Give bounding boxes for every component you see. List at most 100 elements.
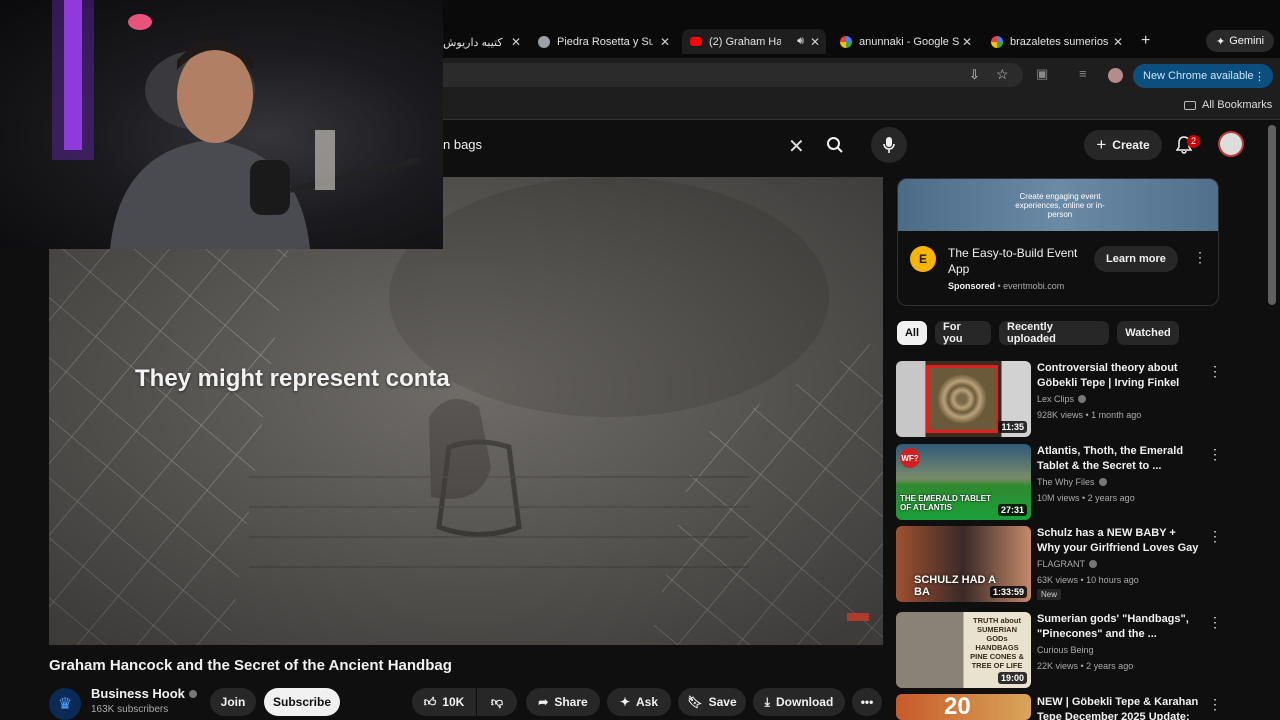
thumbs-down-icon: 👎︎ [490,694,504,709]
thumbnail-text: TRUTH about SUMERIAN GODs HANDBAGS PINE … [970,616,1024,670]
recommendation-item[interactable]: 11:35 Controversial theory about Göbekli… [896,361,1226,437]
install-icon[interactable]: ⇩ [969,67,980,83]
recommendation-title: Schulz has a NEW BABY + Why your Girlfri… [1037,527,1199,554]
tab-label: Piedra Rosetta y Sum [557,36,653,48]
search-query: n bags [443,137,483,152]
ad-title[interactable]: The Easy-to-Build Event App [948,245,1078,277]
close-tab-icon[interactable]: ✕ [1113,35,1123,49]
recommendation-title: NEW | Göbekli Tepe & Karahan Tepe Decemb… [1037,696,1199,720]
more-actions-button[interactable]: ••• [852,688,882,716]
ad-domain: eventmobi.com [1003,281,1065,291]
close-tab-icon[interactable]: ✕ [511,35,521,49]
channel-name[interactable]: Business Hook [91,686,197,701]
download-button[interactable]: ⤓ Download [753,688,845,716]
more-horiz-icon: ••• [860,695,874,709]
channel-text: Lex Clips [1037,394,1075,404]
channel-avatar[interactable]: ♛ [49,688,81,720]
bookmark-star-icon[interactable]: ☆ [996,66,1009,83]
tab-search-icon[interactable]: ▣ [1036,66,1048,82]
speaker-icon[interactable]: 🔊︎ [797,35,804,48]
recommendation-item[interactable]: WF? THE EMERALD TABLET OF ATLANTIS 27:31… [896,444,1226,520]
close-tab-icon[interactable]: ✕ [962,35,972,49]
more-vert-icon[interactable]: ⋮ [1208,528,1222,545]
recommendation-item[interactable]: 20 NEW | Göbekli Tepe & Karahan Tepe Dec… [896,694,1226,720]
video-thumbnail[interactable]: 11:35 [896,361,1031,437]
like-button[interactable]: 👍︎ 10K [412,688,476,716]
download-icon: ⤓ [764,694,770,709]
wf-logo-icon: WF? [900,448,920,468]
join-button[interactable]: Join [210,688,256,716]
browser-tab[interactable]: Piedra Rosetta y Sum ✕ [538,30,670,54]
dislike-button[interactable]: 👎︎ [477,688,517,716]
recommendation-channel: Lex Clips [1037,394,1087,404]
video-thumbnail[interactable]: SCHULZ HAD A BA 1:33:59 [896,526,1031,602]
sparkle-icon: ✦ [619,695,631,709]
voice-search-button[interactable] [871,127,907,163]
recommendation-channel: FLAGRANT [1037,559,1098,569]
more-vert-icon[interactable]: ⋮ [1208,696,1222,713]
sponsored-ad[interactable]: Create engaging event experiences, onlin… [897,178,1219,306]
tab-label: brazaletes sumerios [1010,36,1109,48]
omnibox[interactable] [443,63,1023,87]
browser-tab[interactable]: anunnaki - Google S ✕ [840,30,972,54]
close-tab-icon[interactable]: ✕ [660,35,670,49]
account-avatar[interactable] [1218,131,1244,157]
save-button[interactable]: 🔖︎ Save [678,688,746,716]
google-icon [840,36,852,48]
ad-logo-icon: E [910,246,936,272]
video-duration: 19:00 [997,672,1027,684]
more-vert-icon[interactable]: ⋮ [1208,614,1222,631]
verified-icon [1078,395,1087,403]
video-thumbnail[interactable]: WF? THE EMERALD TABLET OF ATLANTIS 27:31 [896,444,1031,520]
recommendation-meta: 928K views • 1 month ago [1037,410,1142,420]
recommendation-title: Atlantis, Thoth, the Emerald Tablet & th… [1037,445,1184,472]
verified-icon [1089,560,1098,568]
save-label: Save [708,695,737,709]
ad-banner-image: Create engaging event experiences, onlin… [898,179,1218,231]
search-button[interactable] [817,127,853,163]
chip-for-you[interactable]: For you [935,321,991,345]
more-vert-icon[interactable]: ⋮ [1208,446,1222,463]
all-bookmarks-button[interactable]: All Bookmarks [1184,99,1272,111]
gemini-button[interactable]: ✦ Gemini [1206,30,1274,52]
ask-label: Ask [636,695,659,709]
video-thumbnail[interactable]: 20 [896,694,1031,720]
chip-watched[interactable]: Watched [1117,321,1179,345]
ad-more-icon[interactable]: ⋮ [1193,249,1207,266]
clear-search-icon[interactable]: ✕ [788,134,805,159]
learn-more-button[interactable]: Learn more [1094,246,1178,272]
browser-tab[interactable]: كتيبه داريوش ✕ [443,30,521,54]
browser-tab-active[interactable]: (2) Graham Hanc 🔊︎ ✕ [682,29,826,54]
recommendation-item[interactable]: SCHULZ HAD A BA 1:33:59 Schulz has a NEW… [896,526,1226,602]
verified-icon [188,690,197,698]
new-tab-button[interactable]: + [1141,32,1150,50]
gemini-label: Gemini [1229,35,1265,47]
search-input[interactable] [443,130,813,160]
browser-tab[interactable]: brazaletes sumerios ✕ [991,30,1123,54]
create-button[interactable]: + Create [1084,130,1162,160]
video-duration: 1:33:59 [989,586,1027,598]
chrome-update-button[interactable]: New Chrome available ⋮ [1133,64,1273,88]
scrollbar-thumb[interactable] [1268,125,1276,305]
subscribe-button[interactable]: Subscribe [264,688,340,716]
chip-all[interactable]: All [897,321,927,345]
more-vert-icon: ⋮ [1254,70,1265,83]
video-thumbnail[interactable]: TRUTH about SUMERIAN GODs HANDBAGS PINE … [896,612,1031,688]
streamer-webcam-image [52,0,421,249]
close-tab-icon[interactable]: ✕ [810,35,820,49]
more-vert-icon[interactable]: ⋮ [1208,363,1222,380]
share-button[interactable]: ➦ Share [526,688,600,716]
thumbnail-text: SCHULZ HAD A BA [914,574,996,598]
channel-text: Curious Being [1037,645,1094,655]
ask-button[interactable]: ✦ Ask [607,688,671,716]
webcam-overlay [0,0,443,249]
ad-meta: Sponsored • eventmobi.com [948,281,1065,291]
recommendation-item[interactable]: TRUTH about SUMERIAN GODs HANDBAGS PINE … [896,612,1226,688]
profile-icon[interactable] [1108,68,1123,83]
recommendation-meta: 10M views • 2 years ago [1037,493,1135,503]
sparkle-icon: ✦ [1215,35,1226,48]
chip-recently-uploaded[interactable]: Recently uploaded [999,321,1109,345]
reading-list-icon[interactable]: ≡ [1079,66,1087,81]
verified-icon [1098,478,1107,486]
channel-name-text: Business Hook [91,686,185,701]
